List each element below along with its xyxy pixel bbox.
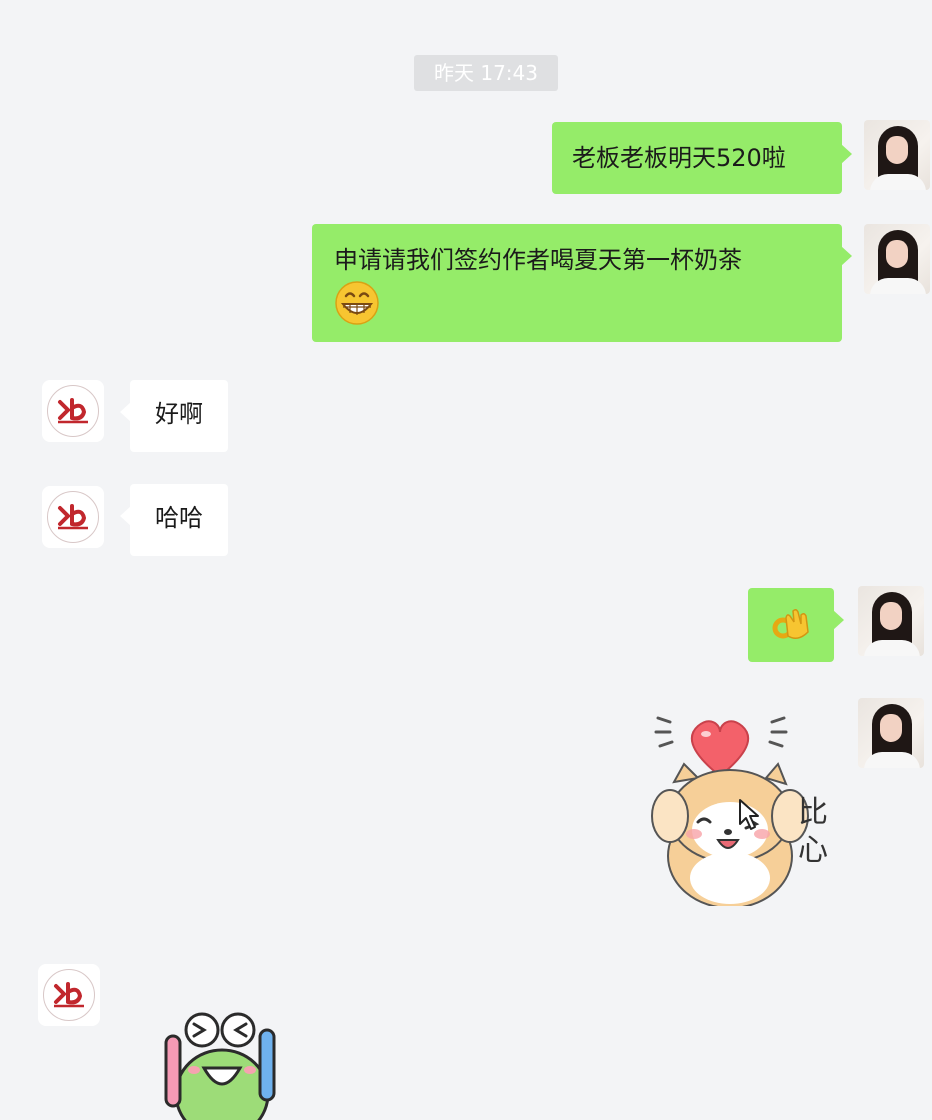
logo-icon <box>54 982 84 1008</box>
message-text: 好啊 <box>155 400 203 428</box>
message-text: 哈哈 <box>155 504 203 532</box>
avatar-self[interactable] <box>858 698 924 768</box>
avatar-contact[interactable] <box>42 486 104 548</box>
ok-hand-emoji-icon <box>772 608 809 639</box>
avatar-self[interactable] <box>864 224 930 294</box>
logo-icon <box>58 504 88 530</box>
message-text: 申请请我们签约作者喝夏天第一杯奶茶 <box>334 246 742 274</box>
heart-cat-sticker[interactable]: 比心 <box>640 706 840 906</box>
mouse-cursor-icon <box>739 799 759 830</box>
bubble-tail <box>841 144 852 164</box>
message-text: 老板老板明天520啦 <box>572 144 786 172</box>
avatar-contact[interactable] <box>38 964 100 1026</box>
sticker-text: 比心 <box>798 795 828 868</box>
bubble-tail <box>841 246 852 266</box>
grinning-emoji-icon <box>335 281 379 325</box>
message-bubble-sent[interactable]: 老板老板明天520啦 <box>552 122 852 194</box>
frog-sticker[interactable] <box>160 1008 284 1120</box>
avatar-self[interactable] <box>864 120 930 190</box>
avatar-contact[interactable] <box>42 380 104 442</box>
timestamp: 昨天 17:43 <box>414 55 558 91</box>
frog-icon <box>164 1012 276 1120</box>
bubble-tail <box>120 402 131 422</box>
logo-icon <box>58 398 88 424</box>
bubble-tail <box>120 506 131 526</box>
bubble-tail <box>833 610 844 630</box>
avatar-self[interactable] <box>858 586 924 656</box>
message-bubble-sent[interactable] <box>748 588 844 662</box>
message-bubble-received[interactable]: 哈哈 <box>120 484 228 556</box>
message-bubble-received[interactable]: 好啊 <box>120 380 228 452</box>
message-bubble-sent[interactable]: 申请请我们签约作者喝夏天第一杯奶茶 <box>312 224 852 342</box>
